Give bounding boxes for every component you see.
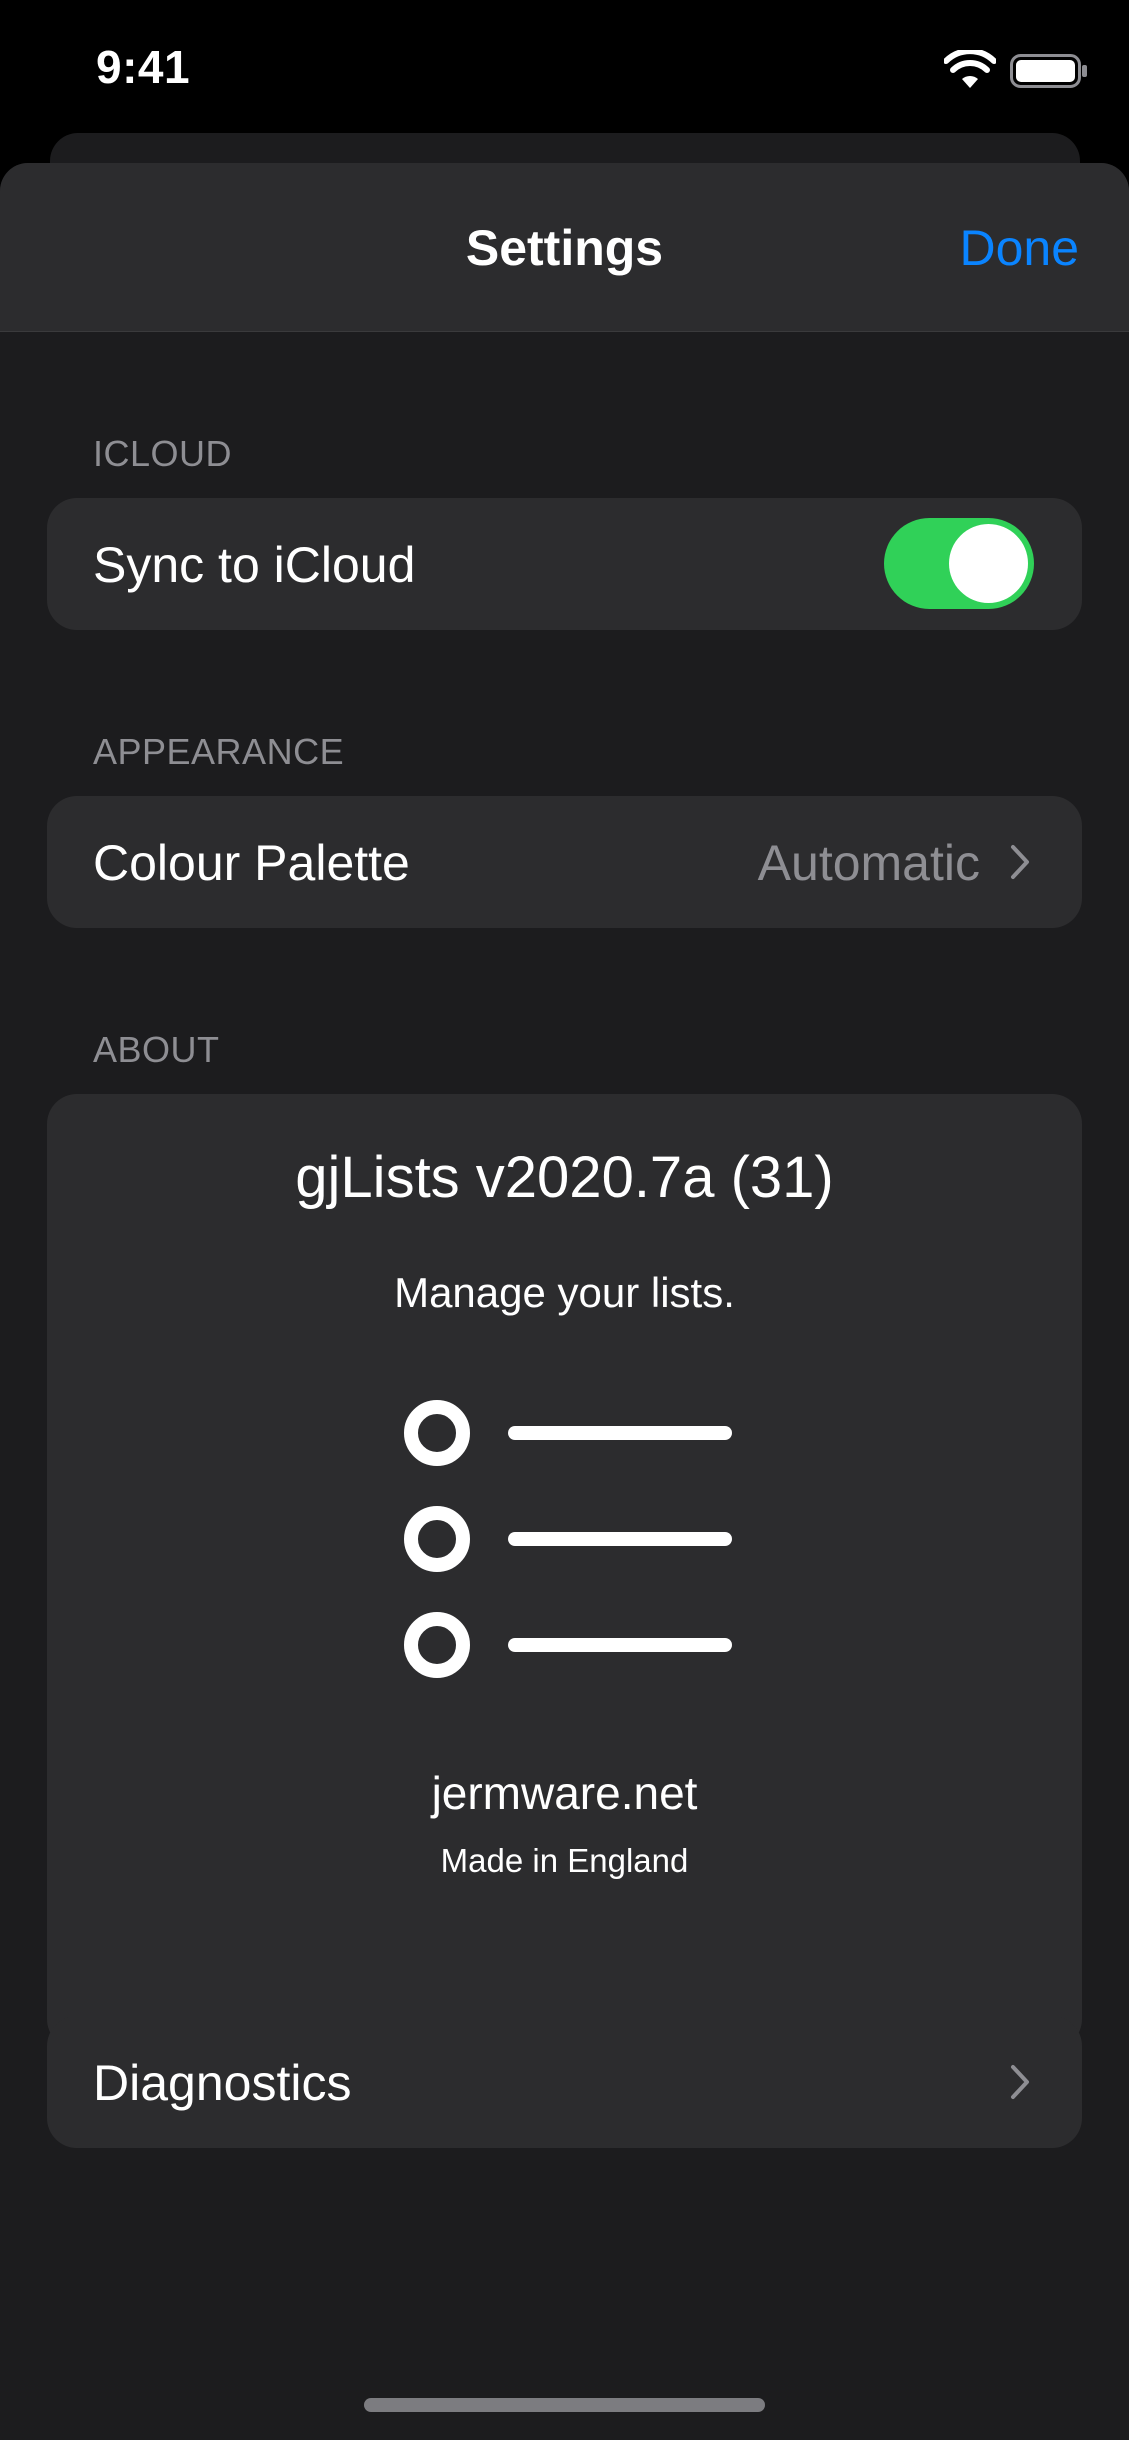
- toggle-knob: [949, 524, 1028, 603]
- section-header-appearance: APPEARANCE: [93, 731, 345, 772]
- chevron-right-icon: [1011, 2065, 1029, 2099]
- diagnostics-label: Diagnostics: [93, 2055, 352, 2111]
- colour-palette-row[interactable]: Colour Palette Automatic: [47, 796, 1082, 928]
- made-in-label: Made in England: [440, 1842, 689, 1879]
- colour-palette-label: Colour Palette: [93, 835, 410, 891]
- app-logo-icon: [404, 1400, 732, 1678]
- section-header-about: ABOUT: [93, 1029, 220, 1070]
- about-card: gjLists v2020.7a (31) Manage your lists.…: [47, 1094, 1082, 2049]
- colour-palette-value: Automatic: [757, 835, 980, 891]
- app-version-title: gjLists v2020.7a (31): [295, 1145, 834, 1210]
- section-header-icloud: ICLOUD: [93, 433, 233, 474]
- diagnostics-row[interactable]: Diagnostics: [47, 2016, 1082, 2148]
- settings-sheet: Settings Done ICLOUD Sync to iCloud APPE…: [0, 163, 1129, 2440]
- navigation-bar: Settings Done: [0, 163, 1129, 332]
- status-bar: 9:41: [0, 0, 1129, 140]
- website-link[interactable]: jermware.net: [47, 1766, 1082, 1820]
- wifi-icon: [944, 50, 996, 88]
- app-tagline: Manage your lists.: [394, 1269, 735, 1316]
- battery-icon: [1010, 54, 1087, 88]
- icloud-group: Sync to iCloud: [47, 498, 1082, 630]
- home-indicator[interactable]: [364, 2398, 765, 2412]
- chevron-right-icon: [1011, 845, 1029, 879]
- sync-to-icloud-toggle[interactable]: [884, 518, 1034, 609]
- done-button[interactable]: Done: [959, 219, 1079, 277]
- sync-to-icloud-label: Sync to iCloud: [93, 537, 416, 593]
- status-time: 9:41: [96, 41, 191, 93]
